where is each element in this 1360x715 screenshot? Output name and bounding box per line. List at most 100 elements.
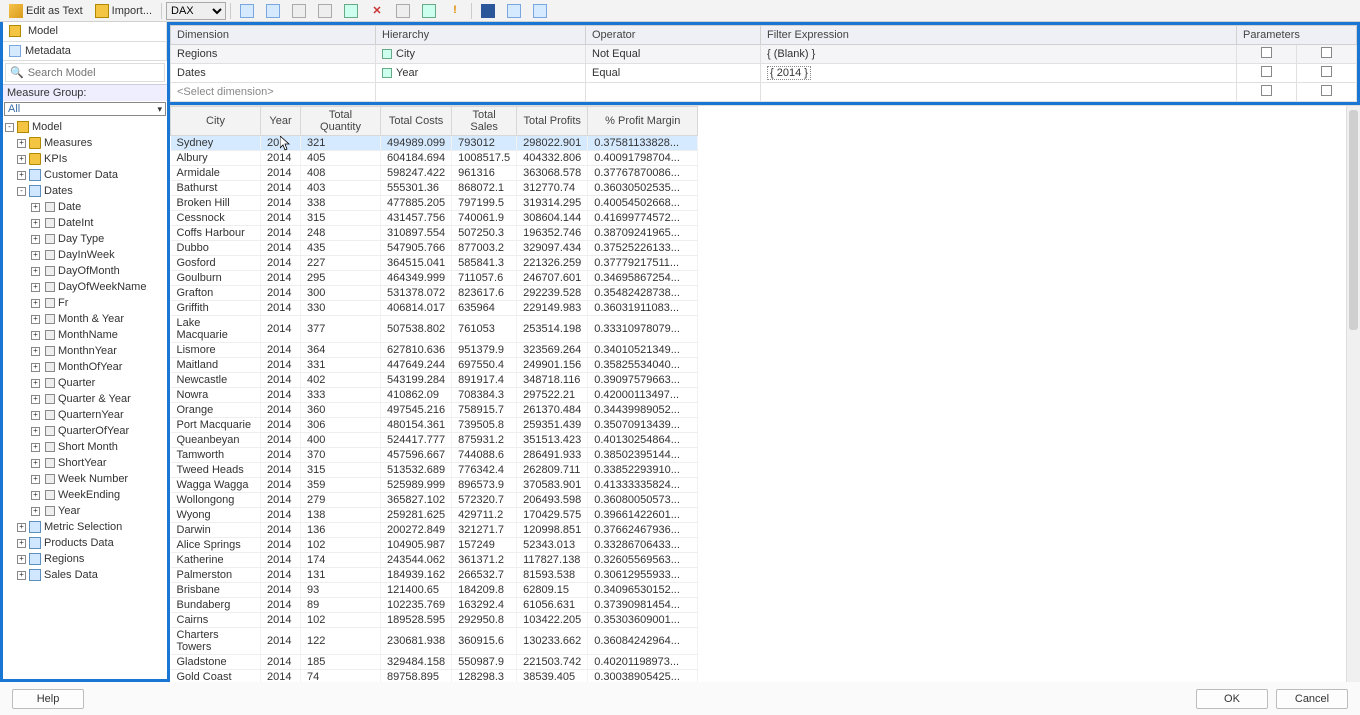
grid-cell[interactable]: 359 (301, 478, 381, 493)
tree-node[interactable]: +Regions (3, 551, 167, 567)
grid-cell[interactable]: 62809.15 (517, 583, 588, 598)
tree-node[interactable]: +Products Data (3, 535, 167, 551)
grid-cell[interactable]: 0.37767870086... (588, 166, 698, 181)
table-row[interactable]: Broken Hill2014338477885.205797199.53193… (171, 196, 698, 211)
tree-node[interactable]: +QuarterOfYear (3, 423, 167, 439)
expand-icon[interactable]: + (17, 555, 26, 564)
grid-cell[interactable]: 102 (301, 538, 381, 553)
tab-metadata[interactable]: Metadata (3, 42, 167, 60)
grid-cell[interactable]: Dubbo (171, 241, 261, 256)
grid-cell[interactable]: Broken Hill (171, 196, 261, 211)
select-dimension-cell[interactable]: <Select dimension> (171, 83, 376, 102)
filter-header-hier[interactable]: Hierarchy (376, 26, 586, 45)
grid-cell[interactable]: 435 (301, 241, 381, 256)
grid-cell[interactable]: 227 (301, 256, 381, 271)
grid-cell[interactable]: 120998.851 (517, 523, 588, 538)
expand-icon[interactable]: + (31, 491, 40, 500)
grid-cell[interactable]: 875931.2 (452, 433, 517, 448)
grid-cell[interactable]: 136 (301, 523, 381, 538)
grid-cell[interactable]: 0.30612955933... (588, 568, 698, 583)
grid-cell[interactable]: 2014 (261, 508, 301, 523)
grid-cell[interactable]: 547905.766 (381, 241, 452, 256)
toolbar-icon-2[interactable] (261, 2, 285, 20)
grid-cell[interactable]: 297522.21 (517, 388, 588, 403)
grid-cell[interactable]: 321 (301, 136, 381, 151)
tree-node[interactable]: +Customer Data (3, 167, 167, 183)
grid-cell[interactable]: 189528.595 (381, 613, 452, 628)
grid-cell[interactable]: 0.37662467936... (588, 523, 698, 538)
grid-cell[interactable]: 184939.162 (381, 568, 452, 583)
grid-cell[interactable]: 104905.987 (381, 538, 452, 553)
grid-cell[interactable]: 365827.102 (381, 493, 452, 508)
tree-node[interactable]: +KPIs (3, 151, 167, 167)
grid-cell[interactable]: 761053 (452, 316, 517, 343)
toolbar-icon-11[interactable] (502, 2, 526, 20)
table-row[interactable]: Cairns2014102189528.595292950.8103422.20… (171, 613, 698, 628)
toolbar-icon-4[interactable] (313, 2, 337, 20)
grid-cell[interactable]: 248 (301, 226, 381, 241)
expand-icon[interactable]: + (31, 299, 40, 308)
grid-cell[interactable]: 266532.7 (452, 568, 517, 583)
grid-cell[interactable]: 295 (301, 271, 381, 286)
grid-cell[interactable]: Newcastle (171, 373, 261, 388)
table-row[interactable]: Wyong2014138259281.625429711.2170429.575… (171, 508, 698, 523)
tree-node[interactable]: +DateInt (3, 215, 167, 231)
grid-cell[interactable]: 2014 (261, 271, 301, 286)
collapse-icon[interactable]: - (17, 187, 26, 196)
grid-cell[interactable]: 868072.1 (452, 181, 517, 196)
table-row[interactable]: Bathurst2014403555301.36868072.1312770.7… (171, 181, 698, 196)
table-row[interactable]: Sydney201321494989.099793012298022.9010.… (171, 136, 698, 151)
grid-cell[interactable]: 0.36080050573... (588, 493, 698, 508)
table-row[interactable]: Wollongong2014279365827.102572320.720649… (171, 493, 698, 508)
language-select[interactable]: DAX (166, 2, 226, 20)
expand-icon[interactable]: + (31, 411, 40, 420)
tree-node[interactable]: +QuarternYear (3, 407, 167, 423)
grid-cell[interactable]: 201 (261, 136, 301, 151)
filter-header-param[interactable]: Parameters (1237, 26, 1357, 45)
grid-cell[interactable]: 89 (301, 598, 381, 613)
grid-cell[interactable]: 1008517.5 (452, 151, 517, 166)
grid-cell[interactable]: 138 (301, 508, 381, 523)
ok-button[interactable]: OK (1196, 689, 1268, 709)
grid-cell[interactable]: 363068.578 (517, 166, 588, 181)
grid-cell[interactable]: 555301.36 (381, 181, 452, 196)
grid-cell[interactable]: 360915.6 (452, 628, 517, 655)
expand-icon[interactable]: + (31, 459, 40, 468)
grid-cell[interactable]: Bathurst (171, 181, 261, 196)
tree-node[interactable]: +Year (3, 503, 167, 519)
table-row[interactable]: Queanbeyan2014400524417.777875931.235151… (171, 433, 698, 448)
grid-cell[interactable]: 464349.999 (381, 271, 452, 286)
grid-cell[interactable]: 0.33286706433... (588, 538, 698, 553)
grid-cell[interactable]: 0.39661422601... (588, 508, 698, 523)
filter-hier-cell[interactable]: City (376, 45, 586, 64)
grid-cell[interactable]: 2014 (261, 343, 301, 358)
grid-cell[interactable]: 598247.422 (381, 166, 452, 181)
grid-cell[interactable]: 246707.601 (517, 271, 588, 286)
grid-cell[interactable]: 0.36030502535... (588, 181, 698, 196)
grid-cell[interactable]: Armidale (171, 166, 261, 181)
grid-cell[interactable]: 364 (301, 343, 381, 358)
grid-cell[interactable]: 457596.667 (381, 448, 452, 463)
table-row[interactable]: Griffith2014330406814.017635964229149.98… (171, 301, 698, 316)
grid-cell[interactable]: 585841.3 (452, 256, 517, 271)
tree-node[interactable]: -Model (3, 119, 167, 135)
expand-icon[interactable]: + (31, 507, 40, 516)
grid-cell[interactable]: 0.41699774572... (588, 211, 698, 226)
grid-cell[interactable]: 292950.8 (452, 613, 517, 628)
grid-cell[interactable]: 361371.2 (452, 553, 517, 568)
grid-cell[interactable]: Gladstone (171, 655, 261, 670)
expand-icon[interactable]: + (17, 539, 26, 548)
tree-node[interactable]: +MonthnYear (3, 343, 167, 359)
grid-cell[interactable]: 52343.013 (517, 538, 588, 553)
grid-cell[interactable]: 2014 (261, 448, 301, 463)
grid-cell[interactable]: 329097.434 (517, 241, 588, 256)
grid-cell[interactable]: 259351.439 (517, 418, 588, 433)
tree-node[interactable]: +Metric Selection (3, 519, 167, 535)
tree-node[interactable]: +DayOfWeekName (3, 279, 167, 295)
expand-icon[interactable]: + (31, 395, 40, 404)
grid-cell[interactable]: 406814.017 (381, 301, 452, 316)
tree-node[interactable]: +Short Month (3, 439, 167, 455)
grid-cell[interactable]: 480154.361 (381, 418, 452, 433)
grid-cell[interactable]: 525989.999 (381, 478, 452, 493)
expand-icon[interactable]: + (31, 251, 40, 260)
